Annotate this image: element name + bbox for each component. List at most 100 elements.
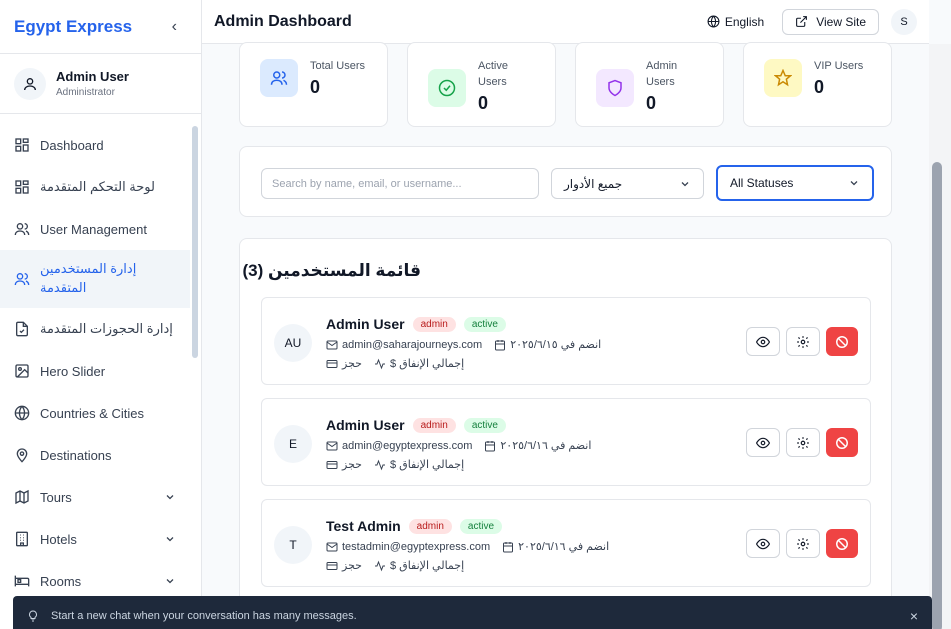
calendar-icon [503, 541, 514, 552]
sidebar-item-advanced-bookings[interactable]: إدارة الحجوزات المتقدمة [0, 308, 190, 350]
user-joined: انضم في ٢٠٢٥/٦/١٥ [510, 339, 602, 351]
view-site-button[interactable]: View Site [782, 8, 879, 35]
card-icon [326, 561, 338, 570]
user-actions [740, 529, 858, 558]
stat-value: 0 [478, 92, 489, 113]
ban-user-button[interactable] [826, 529, 858, 558]
collapse-sidebar-icon[interactable]: ‹ [172, 18, 177, 36]
user-actions [740, 428, 858, 457]
stat-icon-box [260, 59, 298, 97]
user-spend: إجمالي الإنفاق $ [389, 358, 465, 370]
ban-user-button[interactable] [826, 327, 858, 356]
stat-icon-box [428, 69, 466, 107]
sidebar-item-hotels[interactable]: Hotels [0, 518, 190, 560]
chevron-down-icon[interactable] [164, 533, 176, 545]
chevron-down-icon [850, 181, 858, 186]
status-badge: active [463, 316, 506, 332]
user-meta-line: حجز إجمالي الإنفاق $ [326, 559, 464, 572]
stat-icon-box [764, 59, 802, 97]
language-switcher[interactable]: English [707, 15, 764, 29]
sidebar-item-advanced-users[interactable]: إدارة المستخدمين المتقدمة [0, 250, 190, 308]
sidebar-item-advanced-dashboard[interactable]: لوحة التحكم المتقدمة [0, 166, 190, 208]
activity-icon [374, 560, 385, 571]
main-scrollbar-thumb[interactable] [932, 162, 942, 629]
users-icon [270, 71, 288, 85]
stat-card-vip-users: VIP Users 0 [743, 42, 892, 127]
sidebar-item-label: إدارة المستخدمين المتقدمة [40, 261, 137, 295]
sidebar-item-hero-slider[interactable]: Hero Slider [0, 350, 190, 392]
user-settings-button[interactable] [786, 529, 820, 558]
user-meta-line: حجز إجمالي الإنفاق $ [326, 357, 464, 370]
close-icon[interactable]: × [910, 608, 918, 624]
user-menu-avatar[interactable]: S [891, 8, 917, 35]
user-settings-button[interactable] [786, 428, 820, 457]
user-email: testadmin@egyptexpress.com [342, 540, 491, 553]
user-spend: إجمالي الإنفاق $ [389, 560, 465, 572]
view-user-button[interactable] [746, 327, 780, 356]
role-select[interactable]: جميع الأدوار [551, 168, 704, 199]
user-meta-line: حجز إجمالي الإنفاق $ [326, 458, 464, 471]
user-settings-button[interactable] [786, 327, 820, 356]
map-pin-icon [16, 448, 28, 463]
lightbulb-icon [29, 610, 37, 622]
sidebar-profile: Admin User Administrator [0, 54, 201, 114]
chevron-down-icon [681, 181, 689, 186]
user-row: AU Admin User admin active admin@saharajou… [261, 297, 871, 385]
sidebar-item-label: Hotels [40, 531, 77, 547]
status-select-value: All Statuses [730, 176, 794, 190]
chevron-down-icon[interactable] [164, 491, 176, 503]
users-icon [14, 273, 30, 286]
user-meta-line: admin@saharajourneys.com انضم في ٢٠٢٥/٦/… [326, 338, 601, 351]
sidebar-item-tours[interactable]: Tours [0, 476, 190, 518]
eye-icon [756, 336, 770, 347]
users-icon [14, 223, 30, 236]
role-badge: admin [408, 518, 452, 534]
view-site-label: View Site [816, 14, 866, 29]
sidebar-item-label: Tours [40, 489, 72, 505]
gear-icon [797, 335, 809, 348]
main-scrollbar[interactable] [929, 44, 951, 629]
user-list-card: قائمة المستخدمين (3) AU Admin User admin a… [239, 238, 892, 629]
chevron-down-icon[interactable] [164, 575, 176, 587]
user-bookings: حجز [342, 459, 362, 471]
mail-icon [326, 340, 338, 349]
stat-card-active-users: Active Users 0 [407, 42, 556, 127]
role-badge: admin [412, 417, 456, 433]
sidebar-item-user-management[interactable]: User Management [0, 208, 190, 250]
ban-icon [836, 436, 848, 449]
star-icon [774, 69, 792, 87]
page-title: Admin Dashboard [214, 12, 352, 30]
view-user-button[interactable] [746, 529, 780, 558]
sidebar-item-label: Dashboard [40, 137, 104, 153]
sidebar-scrollbar-thumb[interactable] [192, 126, 198, 358]
user-name: Admin User [326, 316, 405, 332]
ban-user-button[interactable] [826, 428, 858, 457]
ban-icon [836, 537, 848, 550]
user-email: admin@saharajourneys.com [342, 338, 483, 351]
user-spend: إجمالي الإنفاق $ [389, 459, 465, 471]
sidebar-item-dashboard[interactable]: Dashboard [0, 124, 190, 166]
bed-icon [14, 575, 30, 587]
language-label: English [724, 14, 765, 29]
sidebar-item-destinations[interactable]: Destinations [0, 434, 190, 476]
card-icon [326, 359, 338, 368]
search-input[interactable]: Search by name, email, or username... [261, 168, 539, 199]
status-select[interactable]: All Statuses [716, 165, 874, 201]
mail-icon [326, 441, 338, 450]
profile-name: Admin User [56, 69, 129, 84]
user-bookings: حجز [342, 358, 362, 370]
sidebar-nav: Dashboard لوحة التحكم المتقدمة User Mana… [0, 124, 190, 602]
view-user-button[interactable] [746, 428, 780, 457]
sidebar-item-label: Destinations [40, 447, 112, 463]
sidebar-item-countries-cities[interactable]: Countries & Cities [0, 392, 190, 434]
user-name: Admin User [326, 417, 405, 433]
sidebar-scrollbar[interactable] [192, 124, 198, 584]
calendar-icon [495, 339, 506, 350]
brand-logo-text[interactable]: Egypt Express [14, 17, 132, 37]
sidebar-item-label: Countries & Cities [40, 405, 145, 421]
user-avatar: AU [274, 324, 312, 362]
calendar-icon [485, 440, 496, 451]
globe-icon [14, 405, 30, 421]
sidebar-item-label: Hero Slider [40, 363, 106, 379]
stat-value: 0 [646, 92, 657, 113]
